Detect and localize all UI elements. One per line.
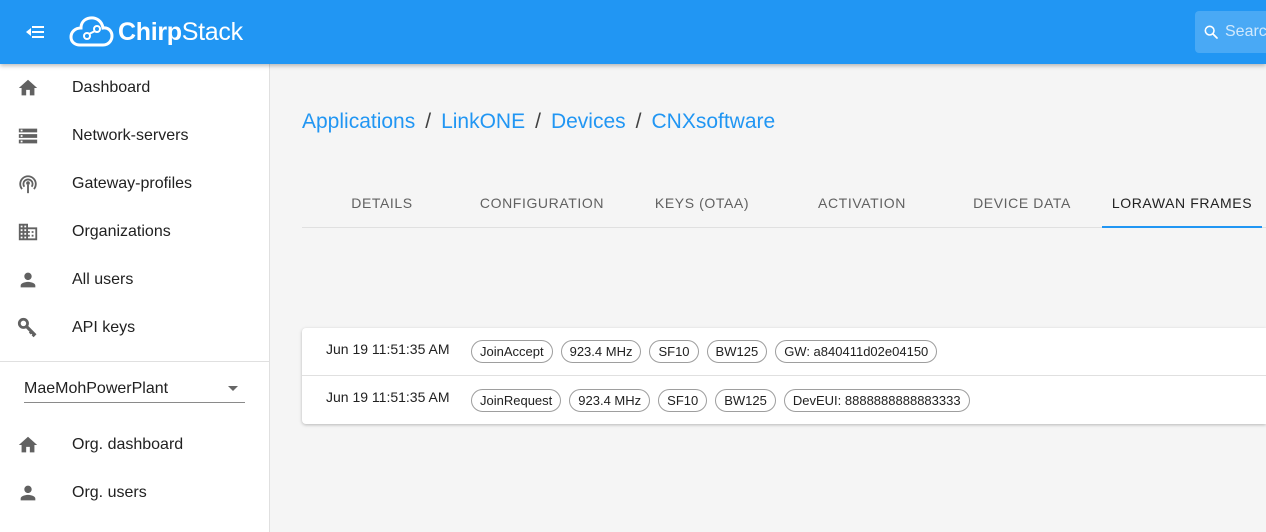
organization-select-value: MaeMohPowerPlant — [24, 379, 169, 397]
tab-activation[interactable]: ACTIVATION — [782, 178, 942, 227]
breadcrumb-separator: / — [425, 110, 432, 133]
search-icon — [1204, 25, 1218, 39]
person-icon — [17, 269, 39, 291]
cloud-logo-icon — [69, 16, 114, 47]
breadcrumb-devices[interactable]: Devices — [551, 110, 626, 134]
sidebar-item-label: Org. users — [72, 484, 147, 501]
sidebar-item-label: Dashboard — [72, 79, 151, 96]
breadcrumb: Applications / LinkONE / Devices / CNXso… — [302, 110, 775, 134]
search-input[interactable] — [1225, 23, 1266, 41]
frame-timestamp: Jun 19 11:51:35 AM — [326, 340, 450, 357]
breadcrumb-applications[interactable]: Applications — [302, 110, 415, 134]
sidebar-item-label: Organizations — [72, 223, 171, 240]
home-icon — [17, 77, 39, 99]
sidebar-item-label: Org. dashboard — [72, 436, 184, 453]
sidebar: Dashboard Network-servers Gateway-profil… — [0, 64, 270, 532]
bandwidth-chip: BW125 — [706, 340, 768, 363]
tab-device-data[interactable]: DEVICE DATA — [942, 178, 1102, 227]
logo-text: ChirpStack — [118, 17, 243, 46]
frame-row[interactable]: Jun 19 11:51:35 AM JoinAccept 923.4 MHz … — [302, 328, 1266, 376]
organization-menu: Org. dashboard Org. users — [0, 421, 269, 517]
spreading-factor-chip: SF10 — [658, 388, 708, 412]
frequency-chip: 923.4 MHz — [569, 388, 651, 412]
chirpstack-logo[interactable]: ChirpStack — [68, 10, 243, 54]
sidebar-item-organizations[interactable]: Organizations — [0, 208, 269, 256]
frame-timestamp: Jun 19 11:51:35 AM — [326, 389, 450, 405]
menu-collapse-button[interactable] — [18, 16, 52, 48]
breadcrumb-separator: / — [535, 110, 541, 133]
sidebar-item-network-servers[interactable]: Network-servers — [0, 112, 269, 160]
antenna-icon — [17, 173, 39, 195]
gateway-chip: GW: a840411d02e04150 — [775, 340, 938, 363]
dev-eui-chip: DevEUI: 8888888888883333 — [783, 388, 970, 412]
lorawan-frames-list: Jun 19 11:51:35 AM JoinAccept 923.4 MHz … — [302, 328, 1266, 424]
frame-row[interactable]: Jun 19 11:51:35 AM JoinRequest 923.4 MHz… — [302, 376, 1266, 424]
home-icon — [17, 434, 39, 456]
app-bar: ChirpStack — [0, 0, 1266, 64]
tab-details[interactable]: DETAILS — [302, 178, 462, 227]
sidebar-item-org-users[interactable]: Org. users — [0, 469, 269, 517]
sidebar-item-org-dashboard[interactable]: Org. dashboard — [0, 421, 269, 469]
organization-select[interactable]: MaeMohPowerPlant — [24, 375, 245, 403]
sidebar-item-label: API keys — [72, 319, 136, 336]
sidebar-divider — [0, 361, 269, 362]
breadcrumb-application[interactable]: LinkONE — [441, 110, 525, 134]
main-content: Applications / LinkONE / Devices / CNXso… — [270, 64, 1266, 532]
sidebar-item-label: Gateway-profiles — [72, 175, 193, 192]
person-icon — [17, 482, 39, 504]
sidebar-item-label: All users — [72, 271, 134, 288]
breadcrumb-device[interactable]: CNXsoftware — [652, 110, 776, 134]
tab-configuration[interactable]: CONFIGURATION — [462, 178, 622, 227]
caret-down-icon — [228, 386, 238, 391]
key-icon — [17, 317, 39, 339]
sidebar-item-dashboard[interactable]: Dashboard — [0, 64, 269, 112]
sidebar-item-all-users[interactable]: All users — [0, 256, 269, 304]
sidebar-item-gateway-profiles[interactable]: Gateway-profiles — [0, 160, 269, 208]
storage-icon — [17, 125, 39, 147]
tab-keys-otaa[interactable]: KEYS (OTAA) — [622, 178, 782, 227]
tab-lorawan-frames[interactable]: LORAWAN FRAMES — [1102, 178, 1262, 228]
frame-type-chip: JoinRequest — [471, 388, 562, 412]
breadcrumb-separator: / — [635, 110, 642, 133]
search-box[interactable] — [1195, 11, 1266, 53]
frame-type-chip: JoinAccept — [471, 340, 553, 363]
device-tabs: DETAILS CONFIGURATION KEYS (OTAA) ACTIVA… — [302, 178, 1266, 228]
menu-open-icon — [26, 26, 44, 38]
sidebar-item-label: Network-servers — [72, 127, 189, 144]
domain-icon — [17, 221, 39, 243]
spreading-factor-chip: SF10 — [649, 340, 699, 363]
frequency-chip: 923.4 MHz — [560, 340, 642, 363]
bandwidth-chip: BW125 — [715, 388, 776, 412]
sidebar-item-api-keys[interactable]: API keys — [0, 304, 269, 352]
